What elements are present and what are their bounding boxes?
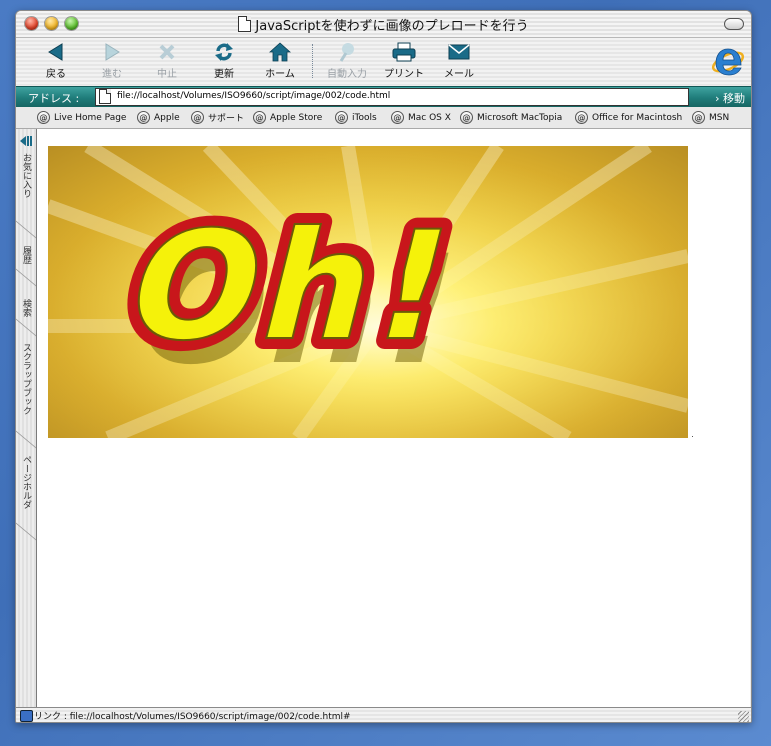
sidebar-tab-divider — [16, 522, 36, 541]
at-link-icon: @ — [37, 111, 50, 124]
globe-status-icon — [20, 710, 33, 722]
at-link-icon: @ — [460, 111, 473, 124]
page-content: Oh! Oh! Oh! — [37, 129, 750, 707]
explorer-bar: お気に入り 履歴 検索 スクラップブック ページホルダ — [16, 129, 37, 707]
stop-x-icon — [159, 44, 175, 60]
favorite-office-for-macintosh[interactable]: @ Office for Macintosh — [575, 111, 682, 124]
sidebar-tab-divider — [16, 430, 36, 449]
print-button[interactable]: プリント — [377, 41, 431, 80]
status-bar: リンク : file://localhost/Volumes/ISO9660/s… — [16, 707, 751, 722]
banner-graphic: Oh! Oh! Oh! — [48, 146, 688, 438]
home-label: ホーム — [265, 69, 295, 80]
sidebar-tab-favorites[interactable]: お気に入り — [18, 153, 34, 198]
favorite-apple[interactable]: @ Apple — [137, 111, 180, 124]
sidebar-tab-page-holder[interactable]: ページホルダ — [18, 455, 34, 509]
svg-text:Oh!: Oh! — [111, 199, 475, 373]
favorite-live-home-page[interactable]: @ Live Home Page — [37, 111, 126, 124]
mail-envelope-icon — [448, 44, 470, 60]
refresh-button[interactable]: 更新 — [197, 41, 251, 80]
printer-icon — [392, 42, 416, 62]
favorites-bar: @ Live Home Page @ Apple @ サポート @ Apple Stor… — [16, 107, 751, 129]
address-url[interactable]: file://localhost/Volumes/ISO9660/script/… — [117, 91, 390, 101]
favorite-itools[interactable]: @ iTools — [335, 111, 377, 124]
sidebar-tab-divider — [16, 318, 36, 337]
autofill-pen-icon — [339, 43, 354, 62]
address-label: アドレス : — [28, 92, 80, 105]
home-button[interactable]: ホーム — [253, 41, 307, 80]
sidebar-tab-search[interactable]: 検索 — [18, 299, 34, 317]
back-button[interactable]: 戻る — [29, 41, 83, 80]
back-arrow-icon — [48, 43, 63, 61]
toolbar: 戻る 進む 中止 更新 ホーム 自動入力 プリント メール — [16, 38, 751, 85]
sidebar-tab-scrapbook[interactable]: スクラップブック — [18, 343, 34, 415]
home-house-icon — [269, 42, 291, 62]
document-icon — [238, 16, 252, 32]
at-link-icon: @ — [137, 111, 150, 124]
refresh-label: 更新 — [214, 69, 234, 80]
address-bar: アドレス : file://localhost/Volumes/ISO9660/… — [16, 86, 751, 108]
at-link-icon: @ — [335, 111, 348, 124]
at-link-icon: @ — [575, 111, 588, 124]
address-field[interactable]: file://localhost/Volumes/ISO9660/script/… — [95, 88, 689, 106]
favorite-mac-os-x[interactable]: @ Mac OS X — [391, 111, 451, 124]
print-label: プリント — [384, 69, 424, 80]
sidebar-tab-divider — [16, 268, 36, 287]
at-link-icon: @ — [391, 111, 404, 124]
refresh-arrows-icon — [215, 43, 233, 61]
mail-label: メール — [444, 69, 474, 80]
internet-explorer-logo-icon — [711, 48, 745, 76]
mail-button[interactable]: メール — [432, 41, 486, 80]
at-link-icon: @ — [253, 111, 266, 124]
sidebar-tab-divider — [16, 220, 36, 239]
toolbar-separator — [312, 44, 314, 78]
back-label: 戻る — [46, 69, 66, 80]
autofill-label: 自動入力 — [327, 69, 367, 80]
resize-grip-icon[interactable] — [738, 711, 749, 722]
autofill-button[interactable]: 自動入力 — [320, 41, 374, 80]
stop-button[interactable]: 中止 — [140, 41, 194, 80]
window-title: JavaScriptを使わずに画像のプレロードを行う — [255, 19, 529, 34]
stop-label: 中止 — [157, 69, 177, 80]
favorite-microsoft-mactopia[interactable]: @ Microsoft MacTopia — [460, 111, 562, 124]
browser-window: JavaScriptを使わずに画像のプレロードを行う 戻る 進む 中止 更新 ホ… — [15, 10, 752, 723]
sidebar-toggle-icon[interactable] — [19, 135, 33, 147]
favorite-support[interactable]: @ サポート — [191, 111, 244, 124]
page-document-icon — [99, 89, 111, 104]
forward-button[interactable]: 進む — [85, 41, 139, 80]
at-link-icon: @ — [692, 111, 705, 124]
forward-arrow-icon — [105, 43, 120, 61]
go-button[interactable]: › 移動 — [715, 90, 745, 106]
at-link-icon: @ — [191, 111, 204, 124]
toolbar-toggle-button[interactable] — [724, 18, 744, 30]
favorite-apple-store[interactable]: @ Apple Store — [253, 111, 322, 124]
favorite-msn[interactable]: @ MSN — [692, 111, 729, 124]
title-bar[interactable]: JavaScriptを使わずに画像のプレロードを行う — [16, 11, 751, 38]
forward-label: 進む — [102, 69, 122, 80]
oh-banner-image: Oh! Oh! Oh! — [48, 146, 688, 438]
sidebar-tab-history[interactable]: 履歴 — [18, 246, 34, 264]
status-text: リンク : file://localhost/Volumes/ISO9660/s… — [34, 712, 351, 722]
window-title-wrap: JavaScriptを使わずに画像のプレロードを行う — [16, 15, 751, 34]
stray-pixel — [692, 436, 693, 437]
